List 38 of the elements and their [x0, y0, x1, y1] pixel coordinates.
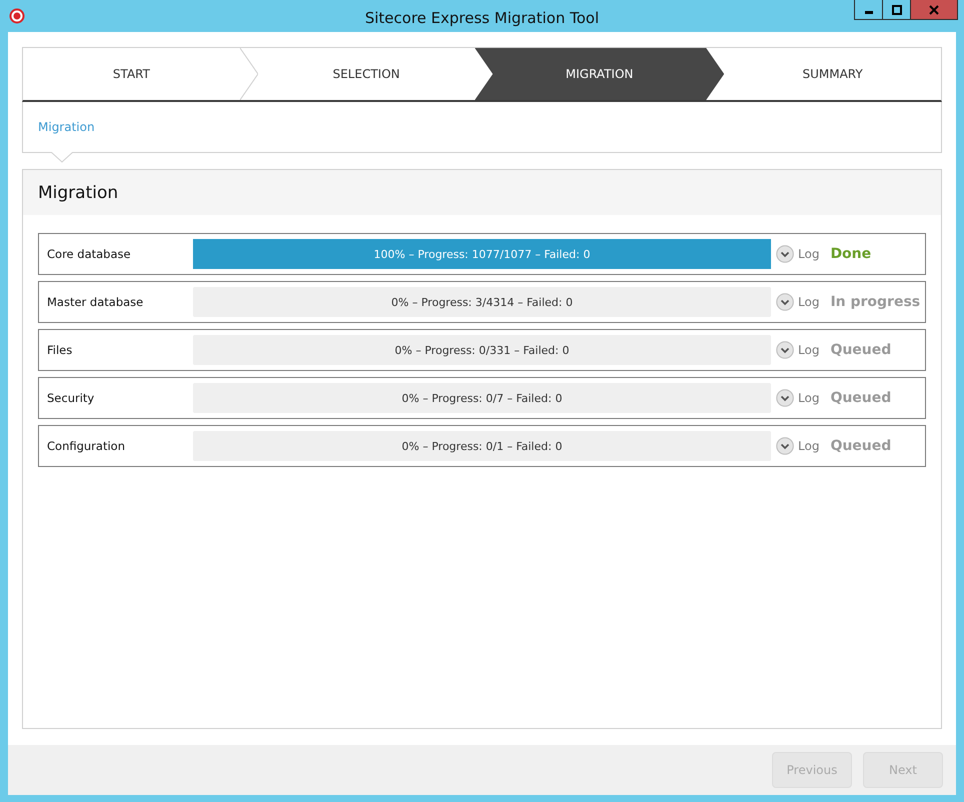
task-name: Files — [46, 343, 74, 357]
expand-icon[interactable] — [776, 293, 794, 311]
expand-icon[interactable] — [776, 389, 794, 407]
minimize-button[interactable] — [854, 0, 883, 20]
log-link[interactable]: Log — [798, 439, 820, 453]
status-label: Done — [830, 246, 872, 262]
log-link[interactable]: Log — [798, 247, 820, 261]
wizard-step-tab[interactable]: SELECTION — [258, 48, 475, 100]
maximize-icon — [892, 4, 902, 14]
close-icon — [929, 4, 939, 14]
progress-text: 0% – Progress: 0/1 – Failed: 0 — [402, 440, 562, 452]
task-name: Master database — [46, 295, 144, 309]
minimize-icon — [864, 11, 872, 14]
task-name: Core database — [46, 247, 132, 261]
wizard-step-tab[interactable]: MIGRATION — [474, 48, 724, 100]
breadcrumb-link[interactable]: Migration — [38, 120, 95, 134]
wizard-step-tab[interactable]: START — [23, 48, 240, 100]
app-logo-icon — [9, 8, 25, 24]
status-label: Queued — [830, 342, 892, 358]
expand-icon[interactable] — [776, 437, 794, 455]
close-button[interactable] — [910, 0, 958, 20]
status-label: In progress — [830, 294, 920, 310]
task-name: Security — [46, 391, 96, 405]
progress-text: 0% – Progress: 0/331 – Failed: 0 — [394, 344, 570, 356]
expand-icon[interactable] — [776, 341, 794, 359]
log-link[interactable]: Log — [798, 343, 820, 357]
status-label: Queued — [830, 390, 892, 406]
status-label: Queued — [830, 438, 892, 454]
log-link[interactable]: Log — [798, 295, 820, 309]
panel-title: Migration — [23, 170, 941, 215]
task-name: Configuration — [46, 439, 126, 453]
progress-text: 0% – Progress: 3/4314 – Failed: 0 — [391, 296, 573, 308]
log-link[interactable]: Log — [798, 391, 820, 405]
wizard-step-tab[interactable]: SUMMARY — [724, 48, 942, 100]
progress-text: 100% – Progress: 1077/1077 – Failed: 0 — [374, 248, 590, 260]
window-title: Sitecore Express Migration Tool — [364, 8, 600, 26]
progress-text: 0% – Progress: 0/7 – Failed: 0 — [402, 392, 562, 404]
expand-icon[interactable] — [776, 245, 794, 263]
